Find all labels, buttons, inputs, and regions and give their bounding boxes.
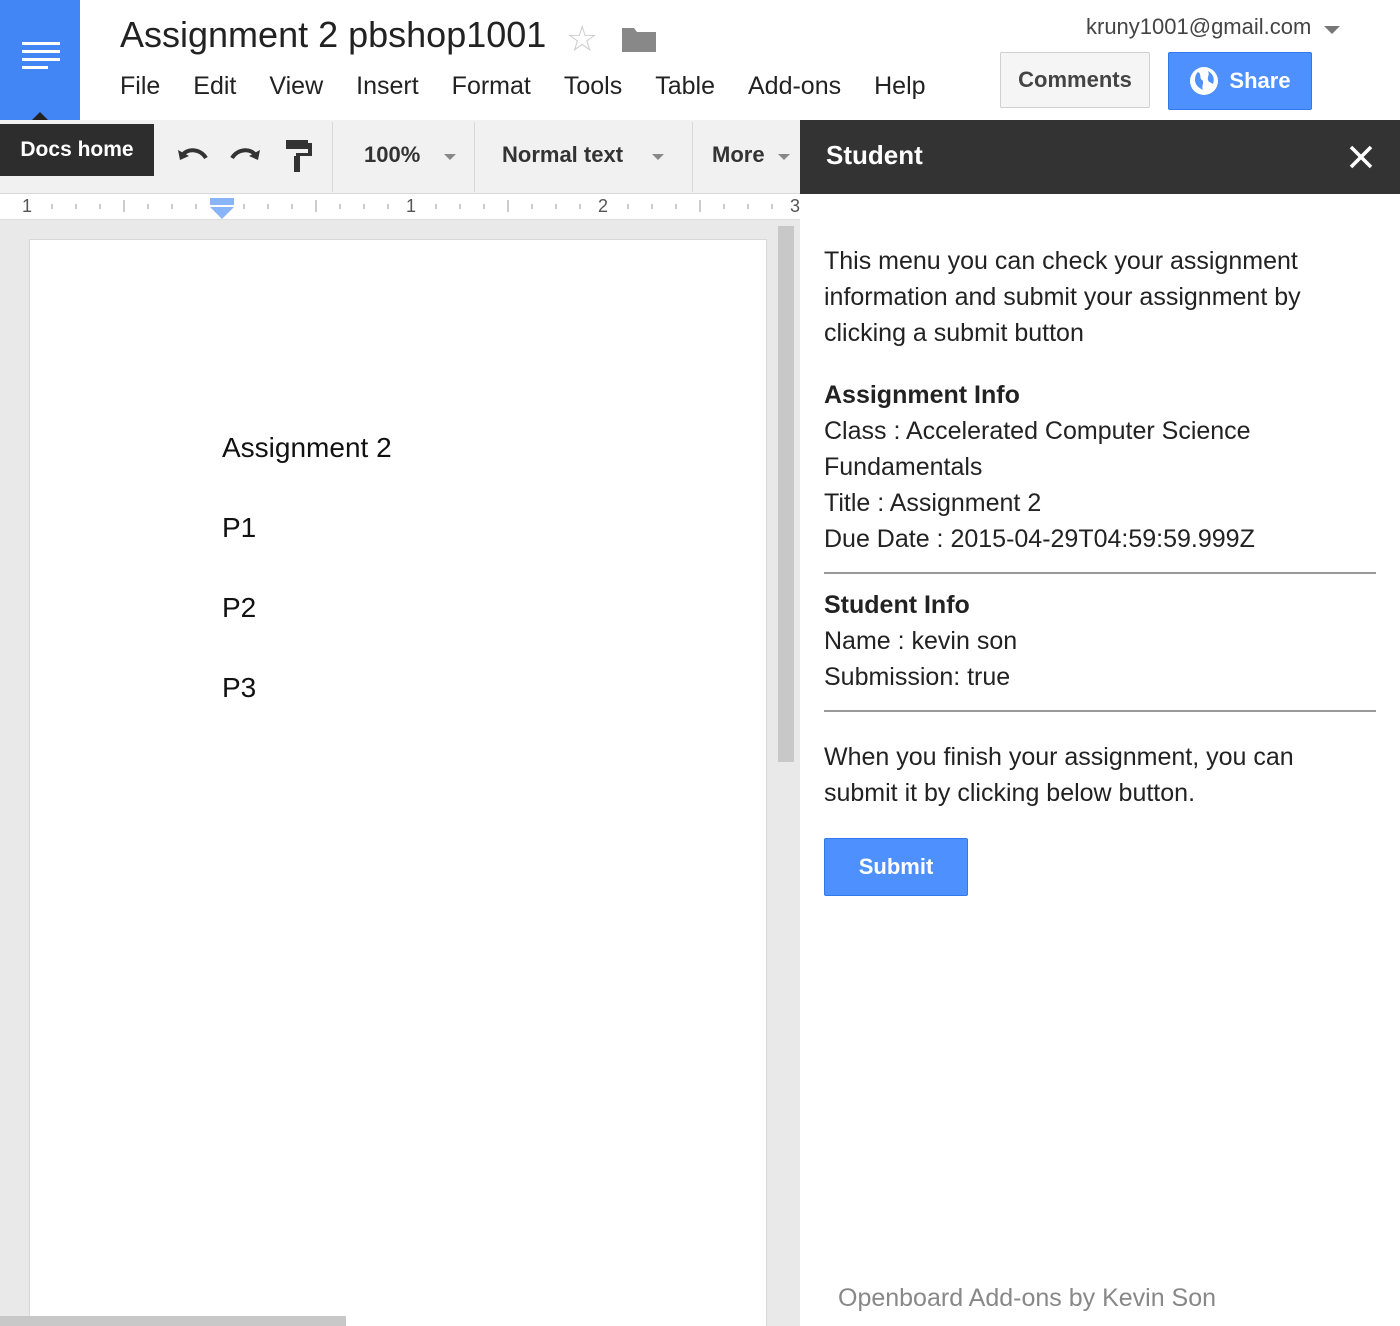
sidebar-title: Student bbox=[826, 140, 923, 170]
more-button[interactable]: More bbox=[712, 142, 765, 168]
ruler-mark: 2 bbox=[598, 196, 609, 216]
menu-format[interactable]: Format bbox=[452, 72, 531, 101]
star-icon[interactable]: ☆ bbox=[566, 18, 598, 60]
menu-file[interactable]: File bbox=[120, 72, 160, 101]
ruler: 1 1 2 3 bbox=[0, 194, 800, 220]
title-line: Title : Assignment 2 bbox=[824, 489, 1042, 517]
horizontal-scrollbar[interactable] bbox=[0, 1316, 346, 1326]
document-line[interactable]: P2 bbox=[222, 592, 256, 624]
assignment-info-heading: Assignment Info bbox=[824, 381, 1020, 409]
due-date-line: Due Date : 2015-04-29T04:59:59.999Z bbox=[824, 525, 1255, 553]
submission-line: Submission: true bbox=[824, 663, 1011, 691]
student-info-heading: Student Info bbox=[824, 591, 970, 619]
paint-format-icon[interactable] bbox=[282, 138, 314, 174]
comments-button[interactable]: Comments bbox=[1000, 52, 1150, 108]
folder-icon[interactable] bbox=[622, 26, 656, 52]
menu-table[interactable]: Table bbox=[655, 72, 715, 101]
zoom-caret-icon[interactable] bbox=[444, 154, 456, 160]
submit-button[interactable]: Submit bbox=[824, 838, 968, 896]
class-line: Class : Accelerated Computer Science Fun… bbox=[824, 417, 1251, 481]
indent-marker-icon[interactable] bbox=[210, 198, 234, 220]
undo-icon[interactable] bbox=[176, 142, 210, 170]
menu-bar: File Edit View Insert Format Tools Table… bbox=[120, 72, 959, 101]
style-select[interactable]: Normal text bbox=[502, 142, 623, 168]
close-icon[interactable] bbox=[1346, 142, 1376, 172]
menu-addons[interactable]: Add-ons bbox=[748, 72, 841, 101]
ruler-mark: 1 bbox=[406, 196, 417, 216]
divider bbox=[824, 572, 1376, 574]
more-caret-icon[interactable] bbox=[778, 154, 790, 160]
menu-tools[interactable]: Tools bbox=[564, 72, 622, 101]
menu-help[interactable]: Help bbox=[874, 72, 925, 101]
document-line[interactable]: Assignment 2 bbox=[222, 432, 392, 464]
sidebar-intro: This menu you can check your assignment … bbox=[824, 247, 1301, 347]
document-title[interactable]: Assignment 2 pbshop1001 bbox=[120, 14, 546, 56]
vertical-scrollbar[interactable] bbox=[778, 226, 794, 762]
globe-icon bbox=[1190, 67, 1219, 95]
share-button[interactable]: Share bbox=[1168, 52, 1312, 110]
submit-instruction: When you finish your assignment, you can… bbox=[824, 743, 1294, 807]
zoom-select[interactable]: 100% bbox=[364, 142, 420, 168]
document-page[interactable] bbox=[30, 240, 766, 1326]
style-caret-icon[interactable] bbox=[652, 154, 664, 160]
divider bbox=[824, 710, 1376, 712]
account-dropdown-icon[interactable] bbox=[1324, 26, 1340, 34]
menu-view[interactable]: View bbox=[269, 72, 323, 101]
document-line[interactable]: P3 bbox=[222, 672, 256, 704]
sidebar-footer: Openboard Add-ons by Kevin Son bbox=[838, 1284, 1217, 1312]
name-line: Name : kevin son bbox=[824, 627, 1018, 655]
menu-edit[interactable]: Edit bbox=[193, 72, 236, 101]
account-email[interactable]: kruny1001@gmail.com bbox=[1086, 14, 1311, 40]
share-label: Share bbox=[1229, 68, 1291, 93]
docs-logo-icon[interactable] bbox=[0, 0, 80, 120]
menu-insert[interactable]: Insert bbox=[356, 72, 419, 101]
docs-home-tooltip: Docs home bbox=[0, 124, 154, 176]
document-line[interactable]: P1 bbox=[222, 512, 256, 544]
toolbar-divider bbox=[474, 122, 475, 192]
toolbar-divider bbox=[332, 122, 333, 192]
ruler-mark: 3 bbox=[790, 196, 801, 216]
toolbar-divider bbox=[692, 122, 693, 192]
redo-icon[interactable] bbox=[228, 142, 262, 170]
ruler-mark: 1 bbox=[22, 196, 33, 216]
